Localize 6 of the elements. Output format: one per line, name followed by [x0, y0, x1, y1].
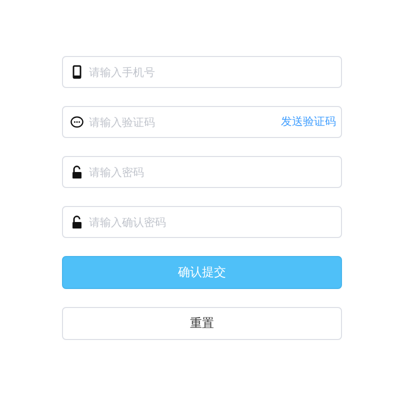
input-field[interactable]: 请输入确认密码 — [62, 206, 342, 238]
submit-button[interactable]: 确认提交 — [62, 256, 342, 289]
reset-button[interactable]: 重置 — [62, 307, 342, 340]
input-field[interactable]: 请输入密码 — [62, 156, 342, 188]
send-code-link[interactable]: 发送验证码 — [281, 115, 336, 129]
input-field[interactable]: 请输入手机号 — [62, 56, 342, 88]
